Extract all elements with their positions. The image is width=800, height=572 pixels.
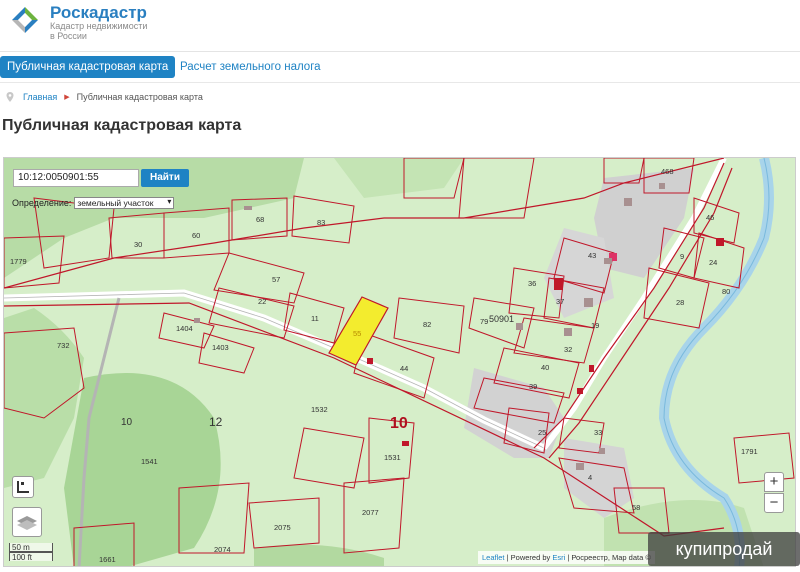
header-divider xyxy=(0,51,800,52)
watermark: купипродай xyxy=(648,532,800,566)
nav-divider xyxy=(0,82,800,83)
cadastral-map[interactable]: 468 46 24 80 9 28 43 36 37 19 32 40 39 2… xyxy=(3,157,796,567)
breadcrumb-home[interactable]: Главная xyxy=(23,92,57,102)
chevron-right-icon: ▶ xyxy=(64,94,70,101)
map-scale: 50 m 100 ft xyxy=(9,543,53,562)
zoom-in-button[interactable]: + xyxy=(764,472,784,492)
search-button[interactable]: Найти xyxy=(141,169,189,187)
location-pin-icon xyxy=(6,92,14,102)
square-draw-icon[interactable] xyxy=(12,476,34,498)
breadcrumb: Главная ▶ Публичная кадастровая карта xyxy=(6,90,203,104)
layers-icon[interactable] xyxy=(12,507,42,537)
object-type-label: Определение: xyxy=(12,198,72,208)
leaflet-link[interactable]: Leaflet xyxy=(482,553,505,562)
scale-imperial: 100 ft xyxy=(9,552,53,562)
header: Роскадастр Кадастр недвижимости в России xyxy=(0,0,800,50)
tab-cadastral-map[interactable]: Публичная кадастровая карта xyxy=(0,56,176,78)
attribution-text: | Powered by xyxy=(504,553,553,562)
page-title: Публичная кадастровая карта xyxy=(2,117,242,134)
object-type-select[interactable]: земельный участок ▾ xyxy=(74,197,175,209)
brand-subtitle-2: в России xyxy=(50,31,87,41)
brand-name[interactable]: Роскадастр xyxy=(50,3,147,23)
esri-link[interactable]: Esri xyxy=(552,553,565,562)
object-type-row: Определение: земельный участок ▾ xyxy=(12,197,175,209)
brand-subtitle: Кадастр недвижимости xyxy=(50,21,148,31)
map-attribution: Leaflet | Powered by Esri | Росреестр, M… xyxy=(478,551,655,564)
object-type-value: земельный участок xyxy=(77,198,154,208)
attribution-text-2: | Росреестр, Map data © xyxy=(565,553,651,562)
chevron-down-icon: ▾ xyxy=(167,197,172,206)
breadcrumb-current: Публичная кадастровая карта xyxy=(76,92,203,102)
tab-land-tax[interactable]: Расчет земельного налога xyxy=(180,56,321,78)
nav-tabs: Публичная кадастровая карта Расчет земел… xyxy=(0,56,800,78)
cadastral-search-input[interactable]: 10:12:0050901:55 xyxy=(13,169,139,187)
map-canvas[interactable] xyxy=(4,158,796,567)
roskadastr-logo-icon[interactable] xyxy=(10,5,40,35)
scale-metric: 50 m xyxy=(9,543,53,552)
zoom-out-button[interactable]: − xyxy=(764,493,784,513)
